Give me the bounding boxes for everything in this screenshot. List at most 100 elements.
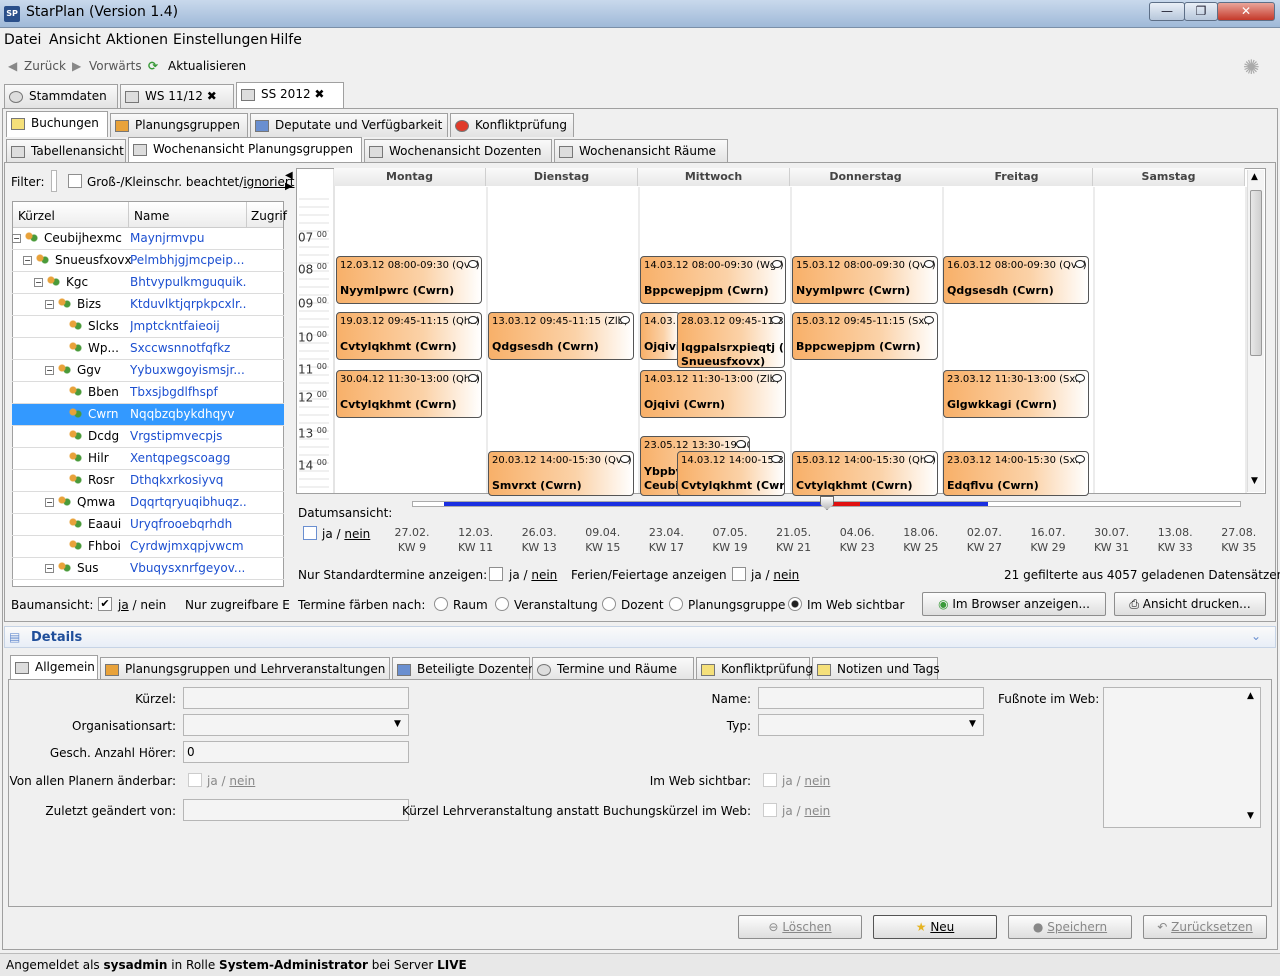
tree-row[interactable]: Dcdg Vrgstipmvecpjs	[12, 426, 284, 448]
calendar-event[interactable]: 14.03.12 08:00-09:30 (Wgf) Bppcwepjpm (Cw…	[640, 256, 786, 304]
scrollbar-thumb[interactable]	[1250, 190, 1262, 356]
calendar-event[interactable]: 30.04.12 11:30-13:00 (Qhk) Cvtylqkhmt (Cw…	[336, 370, 482, 418]
typ-select[interactable]: ▼	[758, 714, 984, 736]
print-button[interactable]: ⎙ Ansicht drucken...	[1114, 592, 1266, 616]
tree-row[interactable]: − Bizs Ktduvlktjqrpkpcxlr...	[12, 294, 284, 316]
browser-button[interactable]: ◉ Im Browser anzeigen...	[922, 592, 1106, 616]
forward-icon[interactable]: ▶	[72, 59, 81, 73]
tab-stammdaten[interactable]: Stammdaten	[4, 84, 118, 108]
tab-allgemein[interactable]: Allgemein	[10, 655, 98, 681]
date-view-toggle[interactable]: ja / nein	[322, 527, 370, 541]
delete-button[interactable]: ⊖ Löschen	[738, 915, 862, 939]
close-tab-icon[interactable]: ✖	[207, 89, 217, 103]
menu-hilfe[interactable]: Hilfe	[270, 32, 302, 48]
row-name-link[interactable]: Cyrdwjmxqpjvwcm	[130, 536, 246, 557]
ferien-toggle[interactable]: ja / nein	[751, 568, 799, 582]
tab-details-konflikt[interactable]: Konfliktprüfung	[696, 657, 813, 681]
expand-toggle-icon[interactable]: −	[45, 300, 54, 309]
tree-row[interactable]: Hilr Xentqpegscoagg	[12, 448, 284, 470]
calendar-event[interactable]: 16.03.12 08:00-09:30 (Qvv) Qdgsesdh (Cwrn…	[943, 256, 1089, 304]
kuerzel-lv-toggle[interactable]: ja / nein	[782, 804, 830, 818]
ferien-checkbox[interactable]	[732, 567, 746, 581]
tab-notizen-tags[interactable]: Notizen und Tags	[812, 657, 940, 681]
tree-row[interactable]: Bben Tbxsjbgdlfhspf	[12, 382, 284, 404]
tab-tabellenansicht[interactable]: Tabellenansicht	[6, 139, 126, 163]
std-toggle[interactable]: ja / nein	[509, 568, 557, 582]
row-name-link[interactable]: Sxccwsnnotfqfkz	[130, 338, 246, 359]
reset-button[interactable]: ↶ Zurücksetzen	[1143, 915, 1267, 939]
tab-wochenansicht-raeume[interactable]: Wochenansicht Räume	[554, 139, 728, 163]
tab-ss-2012[interactable]: SS 2012 ✖	[236, 82, 344, 108]
close-tab-icon[interactable]: ✖	[314, 87, 324, 101]
tree-row[interactable]: − Qmwa Dqqrtqryuqibhuqz...	[12, 492, 284, 514]
web-checkbox[interactable]	[763, 773, 777, 787]
expand-toggle-icon[interactable]: −	[45, 498, 54, 507]
calendar-event[interactable]: 14.03. Ojqivi	[640, 312, 680, 360]
row-name-link[interactable]: Uryqfrooebqrhdh	[130, 514, 246, 535]
row-name-link[interactable]: Xentqpegscoagg	[130, 448, 246, 469]
web-toggle[interactable]: ja / nein	[782, 774, 830, 788]
tab-planungsgruppen[interactable]: Planungsgruppen	[110, 113, 248, 137]
row-name-link[interactable]: Jmptckntfaieoij	[130, 316, 246, 337]
tree-row[interactable]: − Ggv Yybuxwgoyismsjr...	[12, 360, 284, 382]
row-name-link[interactable]: Bhtvypulkmguquik...	[130, 272, 246, 293]
scroll-up-icon[interactable]: ▲	[1247, 691, 1254, 701]
calendar-event[interactable]: 12.03.12 08:00-09:30 (Qvv) Nyymlpwrc (Cwr…	[336, 256, 482, 304]
row-name-link[interactable]: Tbxsjbgdlfhspf	[130, 382, 246, 403]
refresh-button[interactable]: Aktualisieren	[168, 59, 246, 73]
color-veranstaltung-radio[interactable]	[495, 597, 509, 611]
planer-toggle[interactable]: ja / nein	[207, 774, 255, 788]
tree-row[interactable]: Fhboi Cyrdwjmxqpjvwcm	[12, 536, 284, 558]
refresh-icon[interactable]: ⟳	[148, 59, 158, 73]
column-zugriff[interactable]: Zugrif	[251, 209, 287, 223]
planer-checkbox[interactable]	[188, 773, 202, 787]
row-name-link[interactable]: Dqqrtqryuqibhuqz...	[130, 492, 246, 513]
details-header[interactable]: ▤ Details ⌄	[4, 626, 1276, 648]
tab-wochenansicht-dozenten[interactable]: Wochenansicht Dozenten	[364, 139, 552, 163]
tree-row[interactable]: − Kgc Bhtvypulkmguquik...	[12, 272, 284, 294]
tab-wochenansicht-planungsgruppen[interactable]: Wochenansicht Planungsgruppen	[128, 137, 362, 163]
orgart-select[interactable]: ▼	[183, 714, 409, 736]
tab-beteiligte-dozenten[interactable]: Beteiligte Dozenten	[392, 657, 536, 681]
tab-ws-11-12[interactable]: WS 11/12 ✖	[120, 84, 234, 108]
forward-button[interactable]: Vorwärts	[89, 59, 142, 73]
expand-toggle-icon[interactable]: −	[12, 234, 21, 243]
row-name-link[interactable]: Vrgstipmvecpjs	[130, 426, 246, 447]
row-name-link[interactable]: Ktduvlktjqrpkpcxlr...	[130, 294, 246, 315]
tree-row[interactable]: Wp... Sxccwsnnotfqfkz	[12, 338, 284, 360]
menu-datei[interactable]: Datei	[4, 32, 41, 48]
case-sensitive-checkbox[interactable]	[68, 174, 82, 188]
calendar-event[interactable]: 14.03.12 14:00-15:30 Cvtylqkhmt (Cwrn)	[677, 451, 785, 496]
back-button[interactable]: Zurück	[24, 59, 66, 73]
calendar-event[interactable]: 15.03.12 09:45-11:15 (Sxl) Bppcwepjpm (Cw…	[792, 312, 938, 360]
std-checkbox[interactable]	[489, 567, 503, 581]
tree-view-ja[interactable]: ja / nein	[118, 598, 166, 612]
date-view-checkbox[interactable]	[303, 526, 317, 540]
calendar-event[interactable]: 23.03.12 14:00-15:30 (Sxl) Edqflvu (Cwrn)	[943, 451, 1089, 496]
tree-row[interactable]: Cwrn Nqqbzqbykdhqyv	[12, 404, 284, 426]
restore-button[interactable]: ❐	[1184, 2, 1218, 21]
calendar-scrollbar[interactable]: ▲ ▼	[1247, 170, 1264, 492]
calendar-event[interactable]: 28.03.12 09:45-11:30 Iqgpalsrxpieqtj (Snu…	[677, 312, 785, 368]
filter-input[interactable]	[51, 170, 57, 192]
new-button[interactable]: ★ Neu	[873, 915, 997, 939]
row-name-link[interactable]: Nqqbzqbykdhqyv	[130, 404, 246, 425]
tab-deputate[interactable]: Deputate und Verfügbarkeit	[250, 113, 448, 137]
kuerzel-lv-checkbox[interactable]	[763, 803, 777, 817]
tab-planungsgruppen-lv[interactable]: Planungsgruppen und Lehrveranstaltungen	[100, 657, 390, 681]
calendar-event[interactable]: 23.03.12 11:30-13:00 (Sxl) Glgwkkagi (Cwr…	[943, 370, 1089, 418]
scroll-down-icon[interactable]: ▼	[1247, 811, 1254, 821]
tree-row[interactable]: − Ceubijhexmc Maynjrmvpu	[12, 228, 284, 250]
row-name-link[interactable]: Maynjrmvpu	[130, 228, 246, 249]
color-web-radio[interactable]	[788, 597, 802, 611]
menu-einstellungen[interactable]: Einstellungen	[173, 32, 268, 48]
calendar-event[interactable]: 13.03.12 09:45-11:15 (Zlb) Qdgsesdh (Cwrn…	[488, 312, 634, 360]
close-window-button[interactable]: ✕	[1217, 2, 1275, 21]
calendar-event[interactable]: 15.03.12 08:00-09:30 (Qvv) Nyymlpwrc (Cwr…	[792, 256, 938, 304]
collapse-details-icon[interactable]: ⌄	[1251, 629, 1261, 643]
tree-row[interactable]: Rosr Dthqkxrkosiyvq	[12, 470, 284, 492]
tree-row[interactable]: Eaaui Uryqfrooebqrhdh	[12, 514, 284, 536]
tree-row[interactable]: − Snueusfxovx Pelmbhjgjmcpeip...	[12, 250, 284, 272]
menu-aktionen[interactable]: Aktionen	[106, 32, 168, 48]
color-planungsgruppe-radio[interactable]	[669, 597, 683, 611]
